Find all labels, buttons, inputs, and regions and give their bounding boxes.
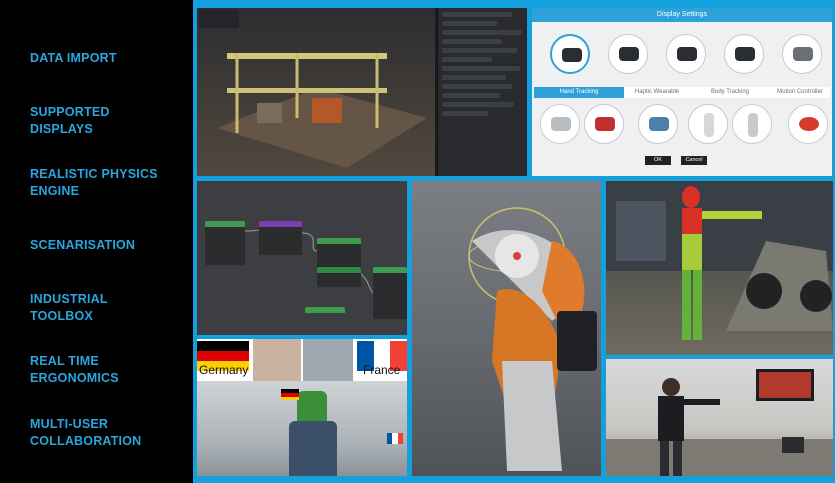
scenario-node[interactable]	[305, 307, 345, 315]
germany-flag-icon	[281, 389, 299, 400]
vr-headset-option-selected[interactable]	[550, 34, 590, 74]
cancel-button[interactable]: Cancel	[681, 156, 707, 165]
scenario-node[interactable]	[373, 267, 407, 319]
controller-icon	[799, 117, 819, 131]
feature-industrial-toolbox: INDUSTRIAL TOOLBOX	[30, 291, 190, 325]
avatar-body	[289, 421, 337, 476]
scenario-node-event[interactable]	[259, 221, 302, 255]
feature-label: DATA IMPORT	[30, 51, 117, 65]
feature-supported-displays: SUPPORTED DISPLAYS	[30, 104, 190, 138]
monitor-option[interactable]	[724, 34, 764, 74]
glove-icon	[595, 117, 615, 131]
mr-headset-icon	[677, 47, 697, 61]
screenshot-collage: Display Settings Hand Tracking Haptic We…	[193, 0, 835, 483]
feature-label: INDUSTRIAL	[30, 292, 108, 306]
skeleton-icon	[748, 113, 758, 137]
tab-hand-tracking[interactable]: Hand Tracking	[534, 87, 624, 98]
vr-headset-icon	[562, 48, 582, 62]
skeleton-option[interactable]	[732, 104, 772, 144]
feature-label: SCENARISATION	[30, 238, 136, 252]
dialog-title: Display Settings	[532, 8, 832, 22]
scenario-node[interactable]	[317, 267, 361, 287]
shared-virtual-scene	[197, 381, 407, 476]
vr-office-panel	[606, 359, 833, 476]
feature-label: REALISTIC PHYSICS	[30, 167, 158, 181]
monitor-icon	[735, 47, 755, 61]
feature-label-line2: ENGINE	[30, 184, 80, 198]
vr-office-scene	[606, 369, 833, 476]
rift-headset-option[interactable]	[608, 34, 648, 74]
mixed-reality-option[interactable]	[666, 34, 706, 74]
sensor-icon	[551, 117, 571, 131]
scenario-node-graph[interactable]	[197, 181, 407, 335]
france-label: France	[363, 363, 401, 377]
feature-multi-user: MULTI-USER COLLABORATION	[30, 416, 190, 450]
glove-option[interactable]	[584, 104, 624, 144]
feature-scenarisation: SCENARISATION	[30, 237, 190, 254]
motion-controller-option[interactable]	[788, 104, 828, 144]
user-video-2	[303, 339, 353, 381]
germany-label: Germany	[199, 363, 249, 377]
body-suit-option[interactable]	[688, 104, 728, 144]
feature-label-line2: DISPLAYS	[30, 122, 93, 136]
haptic-icon	[649, 117, 669, 131]
tab-motion-controller[interactable]: Motion Controller	[770, 87, 830, 98]
feature-label-line2: ERGONOMICS	[30, 371, 119, 385]
cave-icon	[793, 47, 813, 61]
haptic-device-option[interactable]	[638, 104, 678, 144]
editor-viewport[interactable]	[197, 8, 435, 176]
france-flag-icon	[387, 433, 403, 444]
participants-strip: Germany France	[197, 339, 407, 381]
point-cloud-editor-panel	[197, 8, 527, 176]
robot-arm-scene	[468, 207, 597, 471]
feature-data-import: DATA IMPORT	[30, 50, 190, 67]
tab-haptic-wearable[interactable]: Haptic Wearable	[624, 87, 690, 98]
inspector-panel[interactable]	[437, 8, 527, 176]
scenario-node[interactable]	[205, 221, 245, 265]
feature-label-line2: COLLABORATION	[30, 434, 142, 448]
display-settings-dialog: Display Settings Hand Tracking Haptic We…	[532, 8, 832, 176]
ok-button[interactable]: OK	[645, 156, 671, 165]
feature-label-line2: TOOLBOX	[30, 309, 93, 323]
robot-arm-panel	[412, 181, 601, 476]
feature-label: SUPPORTED	[30, 105, 110, 119]
vr-headset-icon	[619, 47, 639, 61]
feature-label: REAL TIME	[30, 354, 99, 368]
leap-motion-option[interactable]	[540, 104, 580, 144]
feature-sidebar: DATA IMPORT SUPPORTED DISPLAYS REALISTIC…	[0, 0, 193, 483]
ergonomics-panel	[606, 181, 833, 355]
point-cloud-scene	[199, 10, 427, 168]
user-video-1	[253, 339, 301, 381]
feature-physics-engine: REALISTIC PHYSICS ENGINE	[30, 166, 190, 200]
cave-option[interactable]	[782, 34, 822, 74]
feature-real-time-ergonomics: REAL TIME ERGONOMICS	[30, 353, 190, 387]
ergonomics-scene	[606, 181, 833, 340]
body-icon	[704, 113, 714, 137]
multi-user-panel: Germany France	[197, 339, 407, 476]
feature-label: MULTI-USER	[30, 417, 109, 431]
tab-body-tracking[interactable]: Body Tracking	[690, 87, 770, 98]
